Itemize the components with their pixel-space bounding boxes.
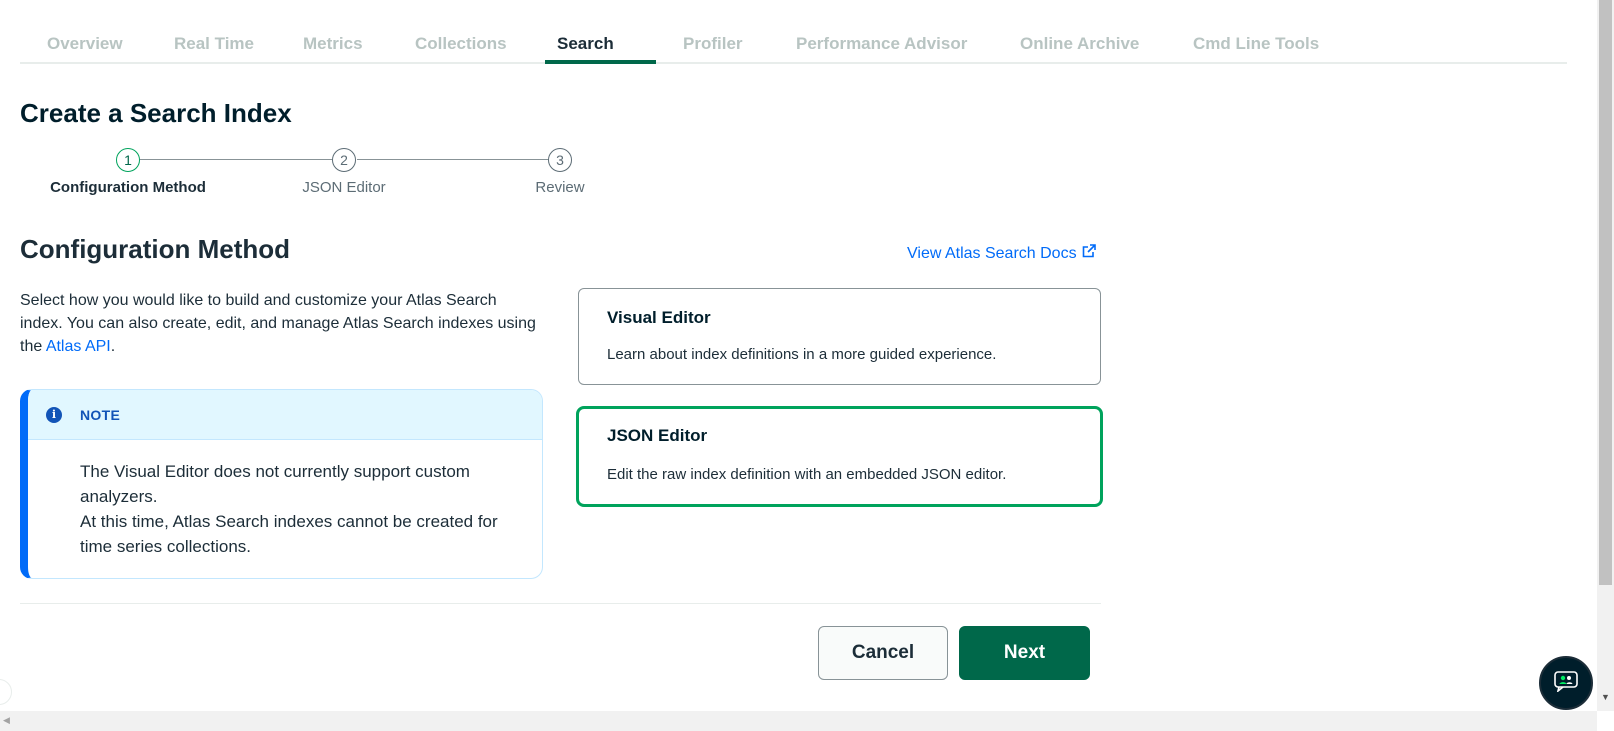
note-line-2: At this time, Atlas Search indexes canno… bbox=[80, 512, 498, 556]
stepper-connector bbox=[140, 159, 332, 160]
note-title: NOTE bbox=[80, 407, 121, 423]
view-docs-link[interactable]: View Atlas Search Docs bbox=[907, 243, 1097, 264]
scroll-left-arrow-icon[interactable]: ◀ bbox=[3, 715, 10, 726]
atlas-api-link[interactable]: Atlas API bbox=[46, 338, 111, 355]
tab-performance-advisor[interactable]: Performance Advisor bbox=[796, 34, 967, 54]
json-editor-title: JSON Editor bbox=[607, 426, 708, 445]
step-1-circle: 1 bbox=[116, 148, 140, 172]
stepper-connector bbox=[357, 159, 549, 160]
active-tab-indicator bbox=[545, 60, 656, 64]
scroll-down-arrow-icon[interactable]: ▼ bbox=[1601, 692, 1610, 702]
vertical-scrollbar-thumb[interactable] bbox=[1599, 0, 1612, 585]
tab-bar-divider bbox=[20, 62, 1567, 64]
horizontal-scrollbar[interactable]: ◀ bbox=[0, 711, 1597, 731]
description-end: . bbox=[110, 338, 116, 355]
section-title: Configuration Method bbox=[20, 234, 291, 264]
side-panel-handle[interactable] bbox=[0, 679, 12, 705]
external-link-icon bbox=[1081, 243, 1097, 264]
step-2-circle: 2 bbox=[332, 148, 356, 172]
note-line-1: The Visual Editor does not currently sup… bbox=[80, 462, 470, 506]
vertical-scrollbar[interactable]: ▼ bbox=[1597, 0, 1614, 711]
step-3-label: Review bbox=[535, 179, 585, 196]
tab-cmd-line-tools[interactable]: Cmd Line Tools bbox=[1193, 34, 1319, 54]
docs-link-label: View Atlas Search Docs bbox=[907, 244, 1077, 262]
step-2-label: JSON Editor bbox=[302, 179, 386, 196]
json-editor-option[interactable]: JSON Editor Edit the raw index definitio… bbox=[576, 406, 1103, 507]
tab-metrics[interactable]: Metrics bbox=[303, 34, 363, 54]
tab-profiler[interactable]: Profiler bbox=[683, 34, 743, 54]
note-callout: i NOTE The Visual Editor does not curren… bbox=[20, 389, 543, 579]
visual-editor-option[interactable]: Visual Editor Learn about index definiti… bbox=[578, 288, 1101, 385]
visual-editor-title: Visual Editor bbox=[607, 308, 711, 327]
note-header: i NOTE bbox=[28, 390, 542, 440]
page-title: Create a Search Index bbox=[20, 98, 292, 128]
step-1-label: Configuration Method bbox=[50, 179, 206, 196]
section-description: Select how you would like to build and c… bbox=[20, 289, 540, 358]
visual-editor-description: Learn about index definitions in a more … bbox=[607, 346, 997, 363]
next-button[interactable]: Next bbox=[959, 626, 1090, 680]
chat-support-icon bbox=[1553, 670, 1579, 697]
chat-support-button[interactable] bbox=[1539, 656, 1593, 710]
json-editor-description: Edit the raw index definition with an em… bbox=[607, 466, 1007, 483]
footer-divider bbox=[20, 603, 1101, 604]
info-icon: i bbox=[46, 407, 62, 423]
cancel-button[interactable]: Cancel bbox=[818, 626, 948, 680]
tab-search[interactable]: Search bbox=[557, 34, 614, 54]
tab-bar: Overview Real Time Metrics Collections S… bbox=[20, 0, 1567, 65]
tab-real-time[interactable]: Real Time bbox=[174, 34, 254, 54]
tab-online-archive[interactable]: Online Archive bbox=[1020, 34, 1139, 54]
tab-collections[interactable]: Collections bbox=[415, 34, 507, 54]
tab-overview[interactable]: Overview bbox=[47, 34, 123, 54]
step-3-circle: 3 bbox=[548, 148, 572, 172]
note-body: The Visual Editor does not currently sup… bbox=[80, 459, 510, 559]
